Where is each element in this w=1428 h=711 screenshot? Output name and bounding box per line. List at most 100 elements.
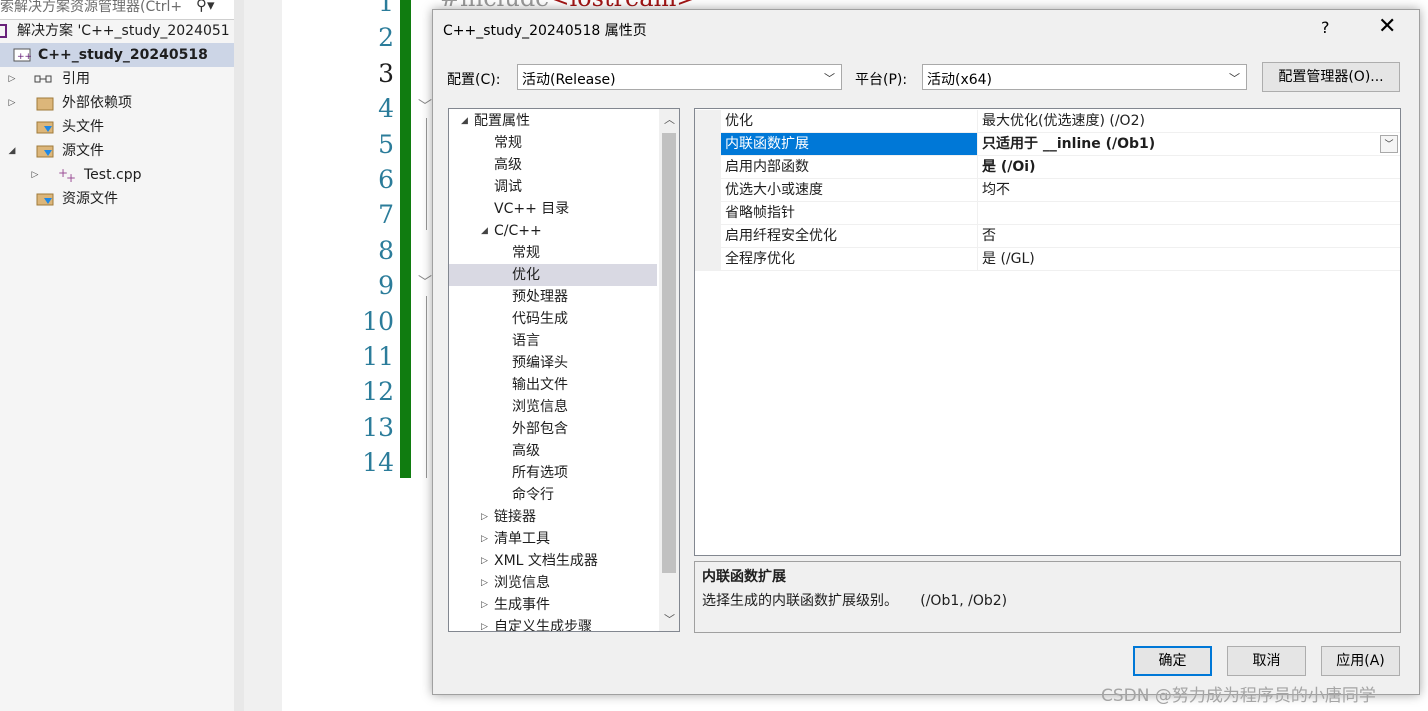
scroll-up-icon[interactable]: ︿ [664,111,675,127]
resource-files-node[interactable]: 资源文件 [0,187,234,211]
solution-node[interactable]: 解决方案 'C++_study_2024051 [0,19,234,43]
watermark: CSDN @努力成为程序员的小唐同学 [1101,686,1376,706]
tree-item[interactable]: ◢ C/C++ [449,220,657,242]
property-grid[interactable]: 优化 最大优化(优选速度) (/O2) 内联函数扩展 只适用于 __inline (/… [694,108,1401,556]
tree-item[interactable]: VC++ 目录 [449,198,657,220]
property-value[interactable]: 只适用于 __inline (/Ob1) [982,133,1155,156]
property-value[interactable]: 最大优化(优选速度) (/O2) [982,110,1145,133]
expand-arrow-icon[interactable]: ▷ [481,616,488,631]
tree-item[interactable]: 语言 [449,330,657,352]
expand-arrow-icon[interactable]: ▷ [7,91,17,115]
close-icon[interactable]: ✕ [1378,14,1396,39]
tree-item[interactable]: ▷ 自定义生成步骤 [449,616,657,631]
property-value[interactable]: 否 [982,225,996,248]
expand-arrow-icon[interactable]: ▷ [481,572,488,594]
tree-item-label: XML 文档生成器 [494,553,598,569]
scroll-thumb[interactable] [662,133,676,573]
expand-arrow-icon[interactable]: ▷ [481,506,488,528]
platform-dropdown[interactable]: 活动(x64) ﹀ [922,64,1247,90]
apply-button[interactable]: 应用(A) [1321,646,1400,676]
solution-explorer: 索解决方案资源管理器(Ctrl+ ⚲▾ 解决方案 'C++_study_2024… [0,0,234,711]
property-row[interactable]: 省略帧指针 [695,202,1400,225]
tree-item[interactable]: 常规 [449,132,657,154]
property-value[interactable]: 是 (/GL) [982,248,1035,271]
tree-item[interactable]: 常规 [449,242,657,264]
tree-item[interactable]: 命令行 [449,484,657,506]
expand-arrow-icon[interactable]: ▷ [481,594,488,616]
tree-item[interactable]: 高级 [449,440,657,462]
tree-item[interactable]: 高级 [449,154,657,176]
tree-scrollbar[interactable]: ︿ ﹀ [659,109,679,631]
property-value[interactable]: 是 (/Oi) [982,156,1035,179]
property-row[interactable]: 优选大小或速度 均不 [695,179,1400,202]
platform-value: 活动(x64) [927,72,993,88]
line-number: 6 [378,165,394,194]
help-button[interactable]: ? [1321,18,1330,37]
line-number: 13 [362,412,394,442]
search-placeholder: 索解决方案资源管理器(Ctrl+ [0,0,183,15]
configuration-tree[interactable]: ◢ 配置属性 常规 高级 调试 VC++ 目录 ◢ C/C++ 常规 优化 预处理器 代码生成 语言 预编… [448,108,680,632]
project-node[interactable]: ++ C++_study_20240518 [0,43,234,67]
collapse-arrow-icon[interactable]: ◢ [481,220,488,242]
tree-item[interactable]: 预编译头 [449,352,657,374]
line-number: 1 [378,0,394,17]
property-row[interactable]: 内联函数扩展 只适用于 __inline (/Ob1) ﹀ [695,133,1400,156]
collapse-arrow-icon[interactable]: ◢ [7,139,17,163]
fold-chevron-icon[interactable]: ﹀ [418,272,432,292]
collapse-arrow-icon[interactable]: ◢ [461,110,468,132]
property-value[interactable]: 均不 [982,179,1010,202]
platform-label: 平台(P): [855,72,908,88]
filter-folder-icon [36,143,54,159]
tree-item[interactable]: ▷ 清单工具 [449,528,657,550]
line-number: 7 [378,200,394,230]
tree-item[interactable]: 所有选项 [449,462,657,484]
search-icon[interactable]: ⚲▾ [196,0,215,14]
tree-item[interactable]: ▷ 生成事件 [449,594,657,616]
tree-item[interactable]: ▷ XML 文档生成器 [449,550,657,572]
tree-item[interactable]: 调试 [449,176,657,198]
configuration-manager-button[interactable]: 配置管理器(O)... [1262,62,1400,92]
expand-arrow-icon[interactable]: ▷ [7,67,17,91]
tree-item[interactable]: 预处理器 [449,286,657,308]
tree-item[interactable]: 外部包含 [449,418,657,440]
tree-item[interactable]: ◢ 配置属性 [449,110,657,132]
line-number: 4 [378,94,394,124]
scroll-down-icon[interactable]: ﹀ [664,611,675,627]
property-row[interactable]: 全程序优化 是 (/GL) [695,248,1400,271]
tree-item[interactable]: 优化 [449,264,657,286]
expand-arrow-icon[interactable]: ▷ [30,163,40,187]
panel-splitter[interactable] [234,0,244,711]
property-row[interactable]: 优化 最大优化(优选速度) (/O2) [695,110,1400,133]
property-row[interactable]: 启用纤程安全优化 否 [695,225,1400,248]
line-number: 2 [378,23,394,53]
tree-item[interactable]: 代码生成 [449,308,657,330]
tree-item[interactable]: 浏览信息 [449,396,657,418]
resource-files-label: 资源文件 [62,191,118,207]
tree-item[interactable]: ▷ 链接器 [449,506,657,528]
references-node[interactable]: ▷ 引用 [0,67,234,91]
line-number: 10 [362,306,394,336]
column-divider [977,133,978,156]
expand-arrow-icon[interactable]: ▷ [481,528,488,550]
external-deps-node[interactable]: ▷ 外部依赖项 [0,91,234,115]
expand-arrow-icon[interactable]: ▷ [481,550,488,572]
tree-item-label: C/C++ [494,223,542,239]
source-files-node[interactable]: ◢ 源文件 [0,139,234,163]
ok-button[interactable]: 确定 [1133,646,1212,676]
line-number: 14 [362,448,394,478]
solution-search-box[interactable]: 索解决方案资源管理器(Ctrl+ ⚲▾ [0,0,234,20]
property-row[interactable]: 启用内部函数 是 (/Oi) [695,156,1400,179]
tree-item[interactable]: ▷ 浏览信息 [449,572,657,594]
fold-chevron-icon[interactable]: ﹀ [418,96,432,116]
property-name: 优化 [725,113,753,129]
tree-item[interactable]: 输出文件 [449,374,657,396]
editor-margin [244,0,282,711]
chevron-down-icon[interactable]: ﹀ [1380,135,1398,153]
test-cpp-node[interactable]: ▷ + + Test.cpp [0,163,234,187]
tree-item-label: 浏览信息 [512,399,568,415]
svg-text:++: ++ [17,52,31,62]
references-label: 引用 [62,71,90,87]
cancel-button[interactable]: 取消 [1227,646,1306,676]
header-files-node[interactable]: 头文件 [0,115,234,139]
configuration-dropdown[interactable]: 活动(Release) ﹀ [517,64,842,90]
